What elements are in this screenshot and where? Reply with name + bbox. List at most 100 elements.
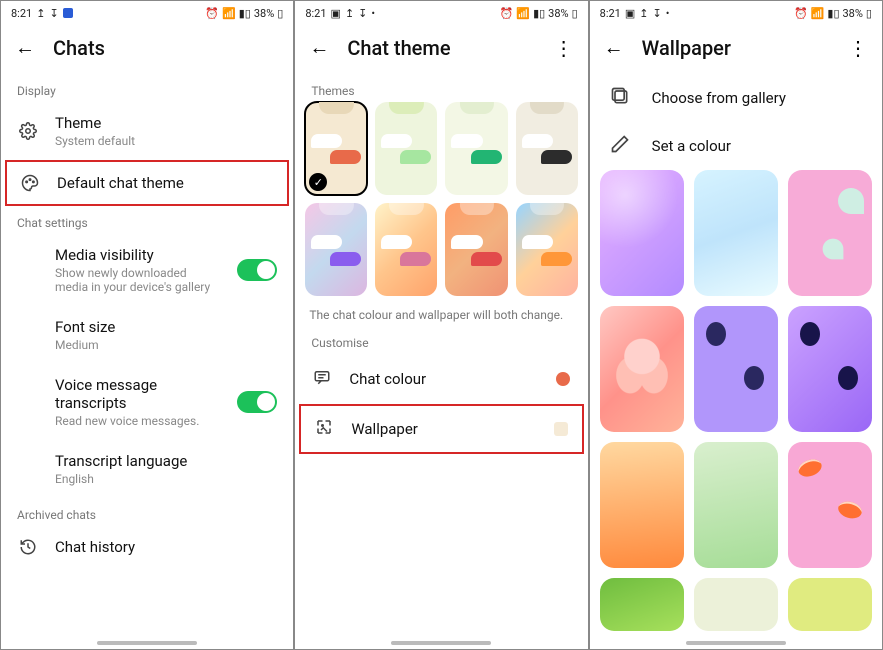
signal-icon: ▮▯ — [239, 7, 251, 20]
page-title: Chat theme — [347, 36, 450, 60]
alarm-icon: ⏰ — [500, 7, 514, 20]
theme-swatch[interactable] — [305, 203, 367, 296]
battery-pct: 38% — [548, 7, 568, 20]
image-icon: ▣ — [625, 7, 635, 20]
status-time: 8:21 — [600, 7, 621, 20]
wifi-icon: 📶 — [222, 7, 236, 20]
theme-swatch[interactable] — [445, 203, 507, 296]
row-default-chat-theme[interactable]: Default chat theme — [7, 162, 287, 204]
voice-title: Voice message transcripts — [55, 376, 221, 412]
media-title: Media visibility — [55, 246, 221, 264]
font-title: Font size — [55, 318, 277, 336]
row-chat-colour[interactable]: Chat colour — [295, 354, 587, 404]
row-default-theme-title: Default chat theme — [57, 174, 275, 192]
download-icon: ↧ — [358, 7, 367, 20]
image-icon: ▣ — [331, 7, 341, 20]
back-icon[interactable]: ← — [604, 35, 624, 60]
battery-icon: ▯ — [866, 7, 872, 20]
media-toggle[interactable] — [237, 259, 277, 281]
wallpaper-grid — [590, 170, 882, 631]
wallpaper-thumb[interactable] — [788, 578, 872, 631]
home-indicator[interactable] — [97, 641, 197, 645]
battery-pct: 38% — [254, 7, 274, 20]
wallpaper-thumb[interactable] — [788, 306, 872, 432]
wallpaper-thumb[interactable] — [694, 170, 778, 296]
home-indicator[interactable] — [391, 641, 491, 645]
status-bar: 8:21 ▣ ↥ ↧ • ⏰ 📶 ▮▯ 38% ▯ — [295, 1, 587, 25]
row-media-visibility[interactable]: Media visibility Show newly downloaded m… — [1, 234, 293, 306]
chat-bubble-icon — [313, 368, 331, 390]
more-icon[interactable]: ⋮ — [554, 42, 574, 54]
alarm-icon: ⏰ — [205, 7, 219, 20]
row-chat-history[interactable]: Chat history — [1, 526, 293, 568]
theme-swatch[interactable] — [516, 102, 578, 195]
highlight-wallpaper: Wallpaper — [299, 404, 583, 454]
gallery-label: Choose from gallery — [652, 89, 786, 107]
back-icon[interactable]: ← — [15, 35, 35, 60]
wallpaper-thumb[interactable] — [600, 170, 684, 296]
wifi-icon: 📶 — [811, 7, 825, 20]
voice-toggle[interactable] — [237, 391, 277, 413]
row-transcript-language[interactable]: Transcript language English — [1, 440, 293, 498]
theme-grid-2 — [295, 203, 587, 296]
page-header: ← Chats — [1, 25, 293, 74]
wallpaper-thumb[interactable] — [694, 578, 778, 631]
wifi-icon: 📶 — [516, 7, 530, 20]
section-customise: Customise — [295, 326, 587, 354]
theme-swatch[interactable] — [375, 203, 437, 296]
alarm-icon: ⏰ — [794, 7, 808, 20]
voice-sub: Read new voice messages. — [55, 414, 221, 428]
battery-icon: ▯ — [572, 7, 578, 20]
chat-colour-preview — [556, 372, 570, 386]
page-header: ← Wallpaper ⋮ — [590, 25, 882, 74]
section-themes: Themes — [295, 74, 587, 102]
row-voice-transcripts[interactable]: Voice message transcripts Read new voice… — [1, 364, 293, 440]
row-theme[interactable]: Theme System default — [1, 102, 293, 160]
theme-swatch[interactable] — [445, 102, 507, 195]
home-indicator[interactable] — [686, 641, 786, 645]
pen-icon — [610, 134, 630, 158]
theme-grid: ✓ — [295, 102, 587, 195]
wallpaper-thumb[interactable] — [600, 578, 684, 631]
status-time: 8:21 — [305, 7, 326, 20]
row-wallpaper[interactable]: Wallpaper — [301, 406, 581, 452]
wallpaper-thumb[interactable] — [600, 442, 684, 568]
section-display: Display — [1, 74, 293, 102]
wallpaper-thumb[interactable] — [788, 170, 872, 296]
upload-icon: ↥ — [345, 7, 354, 20]
highlight-default-theme: Default chat theme — [5, 160, 289, 206]
screen-wallpaper: 8:21 ▣ ↥ ↧ • ⏰ 📶 ▮▯ 38% ▯ ← Wallpaper ⋮ … — [589, 0, 883, 650]
more-icon[interactable]: ⋮ — [848, 42, 868, 54]
row-font-size[interactable]: Font size Medium — [1, 306, 293, 364]
gear-icon — [17, 122, 39, 140]
status-time: 8:21 — [11, 7, 32, 20]
section-chat-settings: Chat settings — [1, 206, 293, 234]
media-sub: Show newly downloaded media in your devi… — [55, 266, 221, 294]
page-title: Wallpaper — [642, 36, 731, 60]
row-gallery[interactable]: Choose from gallery — [590, 74, 882, 122]
theme-swatch[interactable] — [375, 102, 437, 195]
signal-icon: ▮▯ — [827, 7, 839, 20]
gallery-icon — [610, 86, 630, 110]
app-badge-icon — [63, 8, 73, 18]
row-set-colour[interactable]: Set a colour — [590, 122, 882, 170]
status-bar: 8:21 ↥ ↧ ⏰ 📶 ▮▯ 38% ▯ — [1, 1, 293, 25]
wallpaper-thumb[interactable] — [694, 442, 778, 568]
history-icon — [17, 538, 39, 556]
page-title: Chats — [53, 36, 105, 60]
back-icon[interactable]: ← — [309, 35, 329, 60]
wallpaper-thumb[interactable] — [694, 306, 778, 432]
theme-swatch[interactable]: ✓ — [305, 102, 367, 195]
battery-icon: ▯ — [277, 7, 283, 20]
signal-icon: ▮▯ — [533, 7, 545, 20]
row-theme-title: Theme — [55, 114, 277, 132]
wallpaper-thumb[interactable] — [600, 306, 684, 432]
download-icon: ↧ — [49, 7, 58, 20]
wallpaper-label: Wallpaper — [351, 420, 535, 438]
dot-icon: • — [371, 7, 375, 20]
wallpaper-thumb[interactable] — [788, 442, 872, 568]
status-bar: 8:21 ▣ ↥ ↧ • ⏰ 📶 ▮▯ 38% ▯ — [590, 1, 882, 25]
section-archived: Archived chats — [1, 498, 293, 526]
theme-swatch[interactable] — [516, 203, 578, 296]
wallpaper-icon — [315, 418, 333, 440]
